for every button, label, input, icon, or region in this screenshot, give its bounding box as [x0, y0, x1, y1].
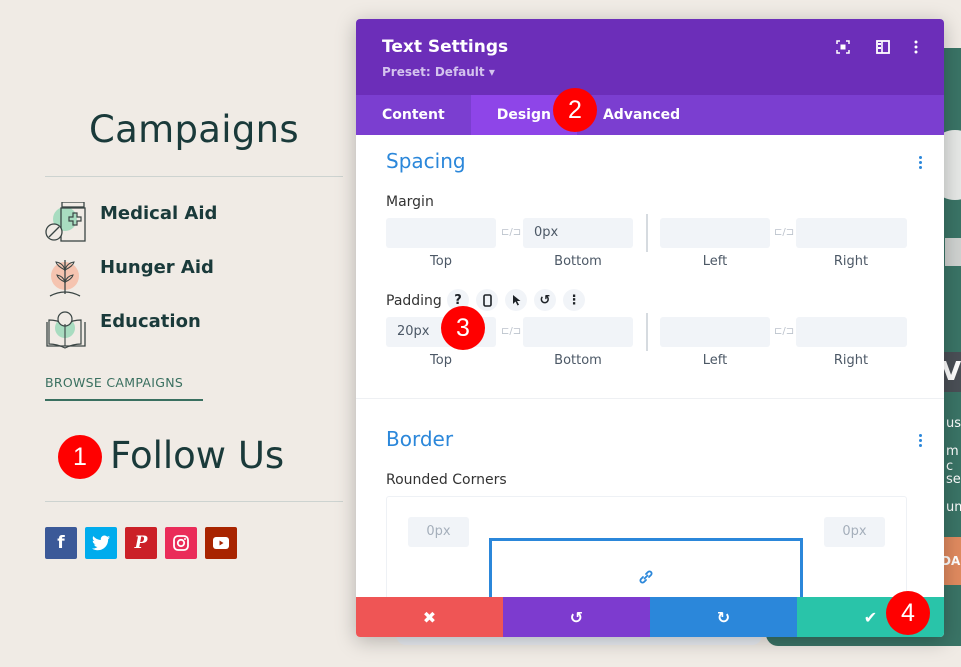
cancel-button[interactable]: ✖ [356, 597, 503, 637]
spacing-options-icon[interactable] [919, 156, 923, 171]
facebook-icon[interactable]: f [45, 527, 77, 559]
campaigns-heading: Campaigns [89, 108, 299, 151]
campaign-item-education[interactable]: Education [45, 310, 201, 352]
twitter-icon[interactable] [85, 527, 117, 559]
pinterest-icon[interactable]: P [125, 527, 157, 559]
modal-footer: ✖ ↺ ↻ ✔ [356, 597, 944, 637]
unlink-icon[interactable]: ⊏/⊐ [774, 227, 794, 238]
hover-cursor-icon[interactable] [505, 289, 527, 311]
link-corners-icon[interactable] [638, 569, 654, 589]
separator [646, 313, 648, 351]
corner-top-left-input[interactable]: 0px [408, 517, 469, 547]
margin-right-label: Right [833, 254, 869, 269]
margin-top-input[interactable] [386, 218, 496, 248]
annotation-badge-1: 1 [58, 435, 102, 479]
spacing-section-title[interactable]: Spacing [386, 149, 466, 173]
settings-tabs: Content Design Advanced [356, 95, 944, 135]
padding-bottom-label: Bottom [554, 353, 602, 368]
padding-left-label: Left [702, 353, 728, 368]
medicine-bottle-icon [45, 201, 87, 244]
rounded-corners-label: Rounded Corners [386, 472, 507, 488]
section-divider [356, 398, 944, 399]
margin-bottom-input[interactable]: 0px [523, 218, 633, 248]
margin-label: Margin [386, 194, 434, 210]
annotation-badge-4: 4 [886, 591, 930, 635]
unlink-icon[interactable]: ⊏/⊐ [501, 326, 521, 337]
annotation-badge-2: 2 [553, 88, 597, 132]
plant-sprout-icon [45, 256, 87, 298]
border-options-icon[interactable] [919, 434, 923, 449]
campaign-item-medical-aid[interactable]: Medical Aid [45, 201, 218, 244]
margin-right-input[interactable] [796, 218, 907, 248]
padding-label: Padding [386, 293, 442, 309]
youtube-icon[interactable] [205, 527, 237, 559]
background-donate-button[interactable]: DA [941, 537, 961, 585]
divider [45, 176, 343, 177]
modal-title: Text Settings [382, 37, 509, 57]
browse-link-underline [45, 399, 203, 401]
browse-campaigns-link[interactable]: BROWSE CAMPAIGNS [45, 375, 183, 390]
separator [646, 214, 648, 252]
border-section-title[interactable]: Border [386, 427, 453, 451]
campaign-label: Hunger Aid [100, 257, 214, 278]
background-text-line: ser [946, 472, 961, 487]
unlink-icon[interactable]: ⊏/⊐ [501, 227, 521, 238]
margin-left-label: Left [702, 254, 728, 269]
background-text-line: us [946, 416, 961, 431]
sidebar-layout-icon[interactable] [876, 39, 892, 55]
more-options-icon[interactable] [914, 39, 930, 55]
tab-content[interactable]: Content [356, 95, 471, 135]
margin-top-label: Top [430, 254, 452, 269]
redo-button[interactable]: ↻ [650, 597, 797, 637]
reset-icon[interactable]: ↺ [534, 289, 556, 311]
padding-bottom-input[interactable] [523, 317, 633, 347]
padding-left-input[interactable] [660, 317, 770, 347]
background-image-fragment [945, 238, 961, 266]
instagram-icon[interactable] [165, 527, 197, 559]
follow-us-heading: Follow Us [110, 434, 285, 477]
campaign-label: Medical Aid [100, 203, 218, 224]
book-lightbulb-icon [45, 310, 87, 352]
corner-top-right-input[interactable]: 0px [824, 517, 885, 547]
campaign-label: Education [100, 311, 201, 332]
modal-header[interactable]: Text Settings Preset: Default ▾ [356, 19, 944, 95]
padding-right-input[interactable] [796, 317, 907, 347]
undo-button[interactable]: ↺ [503, 597, 650, 637]
unlink-icon[interactable]: ⊏/⊐ [774, 326, 794, 337]
padding-right-label: Right [833, 353, 869, 368]
margin-bottom-label: Bottom [554, 254, 602, 269]
margin-left-input[interactable] [660, 218, 770, 248]
responsive-mobile-icon[interactable] [476, 289, 498, 311]
divider [45, 501, 343, 502]
fullscreen-icon[interactable] [836, 39, 852, 55]
more-options-icon[interactable]: ⋮ [563, 289, 585, 311]
background-text-line: um [946, 500, 961, 515]
preset-dropdown[interactable]: Preset: Default ▾ [382, 65, 495, 79]
background-text-line: m c [946, 444, 959, 474]
campaign-item-hunger-aid[interactable]: Hunger Aid [45, 256, 214, 298]
annotation-badge-3: 3 [441, 306, 485, 350]
padding-top-label: Top [430, 353, 452, 368]
